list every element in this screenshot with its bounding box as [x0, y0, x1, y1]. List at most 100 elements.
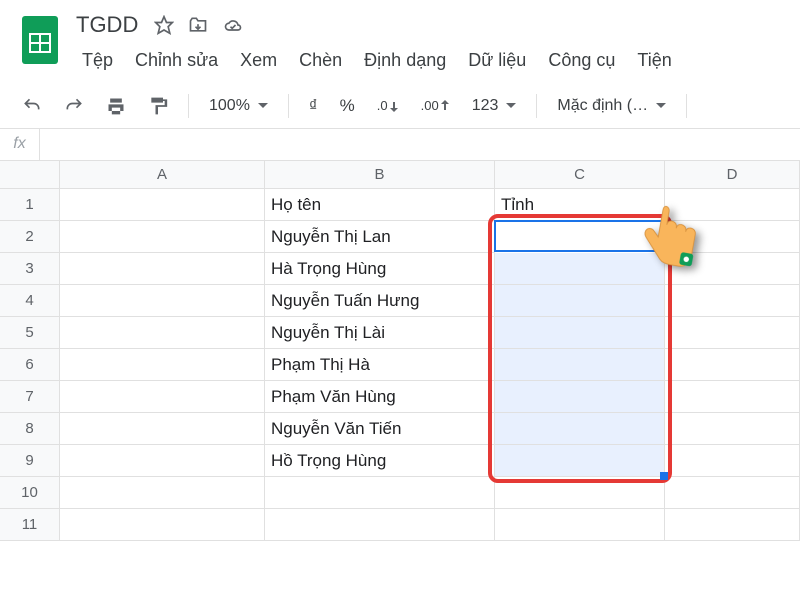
zoom-select[interactable]: 100% [201, 91, 276, 121]
print-icon[interactable] [98, 90, 134, 122]
row-header[interactable]: 6 [0, 349, 60, 381]
header: TGDD Tệp Chỉnh sửa Xem Chèn Định dạng Dữ… [0, 0, 800, 83]
row-header[interactable]: 10 [0, 477, 60, 509]
cell-A10[interactable] [60, 477, 265, 509]
cell-D5[interactable] [665, 317, 800, 349]
cell-A8[interactable] [60, 413, 265, 445]
row-header[interactable]: 2 [0, 221, 60, 253]
cell-A3[interactable] [60, 253, 265, 285]
title-icons [154, 15, 244, 35]
toolbar: 100% ₫ % .0 .00 123 Mặc định (… [0, 83, 800, 129]
caret-icon [656, 103, 666, 108]
cell-A4[interactable] [60, 285, 265, 317]
cell-B2[interactable]: Nguyễn Thị Lan [265, 221, 495, 253]
undo-icon[interactable] [14, 90, 50, 122]
cell-C11[interactable] [495, 509, 665, 541]
selection-fill-handle[interactable] [660, 472, 668, 480]
cloud-status-icon[interactable] [222, 15, 244, 35]
menu-format[interactable]: Định dạng [354, 46, 456, 75]
menu-file[interactable]: Tệp [72, 46, 123, 75]
cell-D9[interactable] [665, 445, 800, 477]
row-header[interactable]: 11 [0, 509, 60, 541]
toolbar-separator [288, 94, 289, 118]
menu-extensions[interactable]: Tiện [627, 46, 681, 75]
cell-D11[interactable] [665, 509, 800, 541]
cell-B1[interactable]: Họ tên [265, 189, 495, 221]
cell-A7[interactable] [60, 381, 265, 413]
decrease-decimal-button[interactable]: .0 [369, 92, 407, 119]
cell-B11[interactable] [265, 509, 495, 541]
cell-D4[interactable] [665, 285, 800, 317]
cell-C2[interactable] [494, 220, 666, 252]
row-header[interactable]: 8 [0, 413, 60, 445]
caret-icon [258, 103, 268, 108]
cell-D7[interactable] [665, 381, 800, 413]
paint-format-icon[interactable] [140, 90, 176, 122]
number-format-select[interactable]: 123 [464, 91, 525, 121]
cell-C6[interactable] [495, 349, 665, 381]
row-header[interactable]: 4 [0, 285, 60, 317]
cell-D1[interactable] [665, 189, 800, 221]
col-header-B[interactable]: B [265, 161, 495, 189]
cell-D6[interactable] [665, 349, 800, 381]
row-header[interactable]: 9 [0, 445, 60, 477]
cell-B4[interactable]: Nguyễn Tuấn Hưng [265, 285, 495, 317]
col-header-A[interactable]: A [60, 161, 265, 189]
toolbar-separator [536, 94, 537, 118]
cell-B5[interactable]: Nguyễn Thị Lài [265, 317, 495, 349]
cell-C7[interactable] [495, 381, 665, 413]
row-header[interactable]: 1 [0, 189, 60, 221]
col-header-D[interactable]: D [665, 161, 800, 189]
cell-B9[interactable]: Hồ Trọng Hùng [265, 445, 495, 477]
redo-icon[interactable] [56, 90, 92, 122]
cell-C5[interactable] [495, 317, 665, 349]
select-all-corner[interactable] [0, 161, 60, 189]
cell-D10[interactable] [665, 477, 800, 509]
cell-B6[interactable]: Phạm Thị Hà [265, 349, 495, 381]
cell-A9[interactable] [60, 445, 265, 477]
row-header[interactable]: 5 [0, 317, 60, 349]
currency-button[interactable]: ₫ [301, 90, 326, 122]
menu-data[interactable]: Dữ liệu [458, 46, 536, 75]
menu-edit[interactable]: Chỉnh sửa [125, 46, 228, 75]
cell-D2[interactable] [665, 221, 800, 253]
title-area: TGDD Tệp Chỉnh sửa Xem Chèn Định dạng Dữ… [70, 8, 790, 83]
cell-A1[interactable] [60, 189, 265, 221]
row-header[interactable]: 7 [0, 381, 60, 413]
percent-button[interactable]: % [332, 90, 363, 122]
zoom-value: 100% [209, 97, 250, 115]
cell-C4[interactable] [495, 285, 665, 317]
cell-B10[interactable] [265, 477, 495, 509]
increase-decimal-button[interactable]: .00 [413, 92, 458, 119]
cell-D3[interactable] [665, 253, 800, 285]
cell-B7[interactable]: Phạm Văn Hùng [265, 381, 495, 413]
cell-A11[interactable] [60, 509, 265, 541]
cell-B3[interactable]: Hà Trọng Hùng [265, 253, 495, 285]
cell-C8[interactable] [495, 413, 665, 445]
cell-C10[interactable] [495, 477, 665, 509]
menu-insert[interactable]: Chèn [289, 46, 352, 75]
menu-view[interactable]: Xem [230, 46, 287, 75]
cell-D8[interactable] [665, 413, 800, 445]
doc-title[interactable]: TGDD [70, 10, 144, 40]
move-icon[interactable] [188, 15, 208, 35]
sheets-app-icon[interactable] [20, 14, 60, 66]
caret-icon [506, 103, 516, 108]
cell-B8[interactable]: Nguyễn Văn Tiến [265, 413, 495, 445]
formula-bar: fx [0, 129, 800, 161]
toolbar-separator [686, 94, 687, 118]
menu-tools[interactable]: Công cụ [538, 46, 625, 75]
cell-A6[interactable] [60, 349, 265, 381]
cell-C1[interactable]: Tỉnh [495, 189, 665, 221]
col-header-C[interactable]: C [495, 161, 665, 189]
cell-C9[interactable] [495, 445, 665, 477]
cell-C3[interactable] [495, 253, 665, 285]
font-select[interactable]: Mặc định (… [549, 91, 674, 121]
row-header[interactable]: 3 [0, 253, 60, 285]
cell-A2[interactable] [60, 221, 265, 253]
cell-A5[interactable] [60, 317, 265, 349]
spreadsheet-grid[interactable]: A B C D 1 Họ tênTỉnh 2 Nguyễn Thị Lan 3 Hà Tr… [0, 161, 800, 541]
star-icon[interactable] [154, 15, 174, 35]
fx-label: fx [0, 129, 40, 160]
formula-input[interactable] [40, 129, 800, 160]
